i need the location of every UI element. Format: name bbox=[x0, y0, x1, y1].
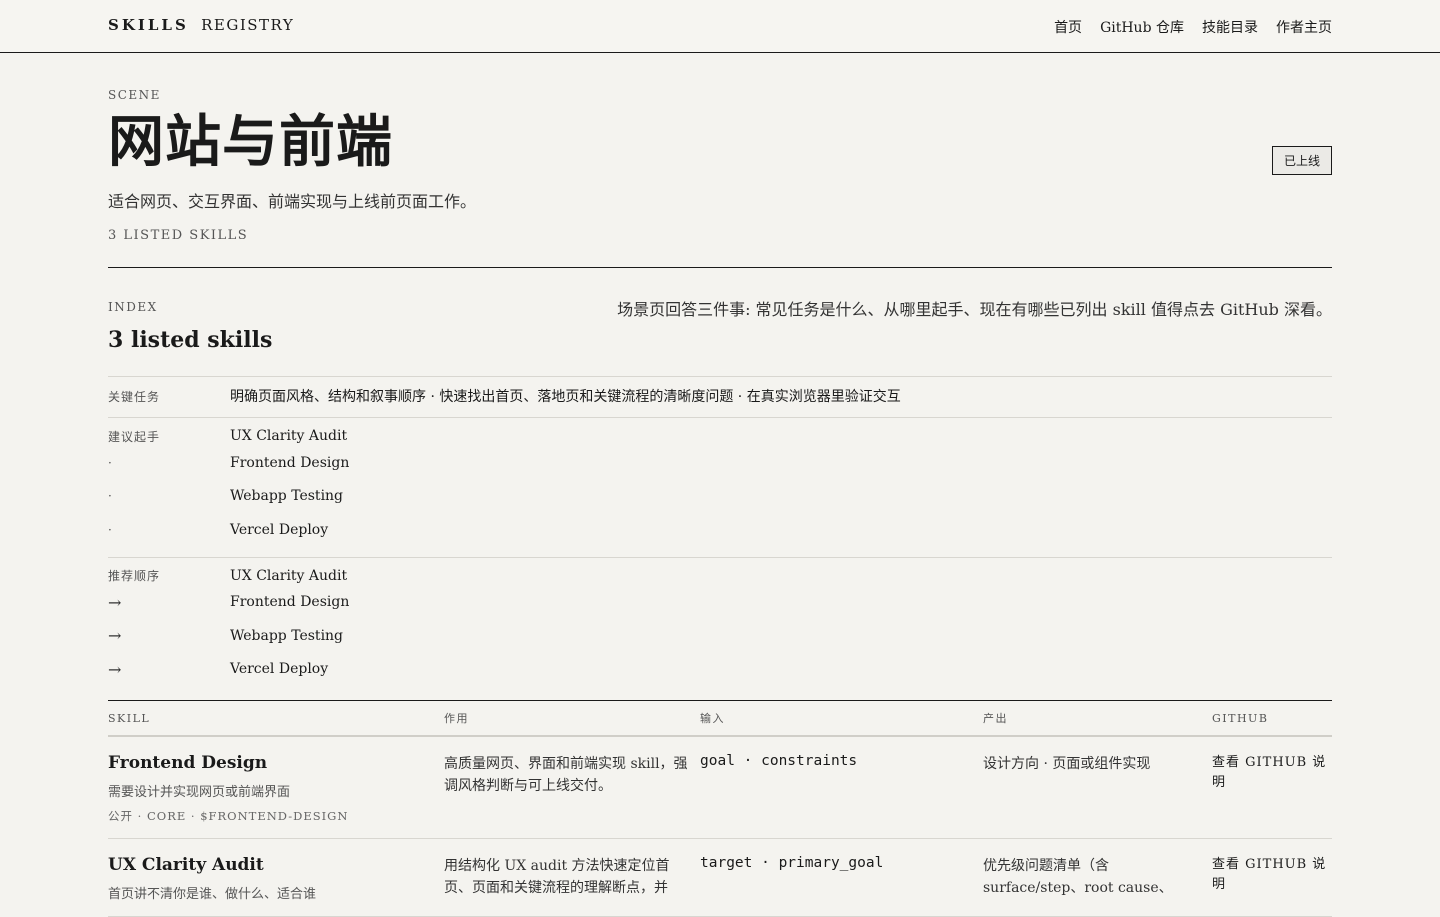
start-label: 建议起手 bbox=[108, 429, 161, 444]
github-link[interactable]: 查看 GITHUB 说明 bbox=[1212, 753, 1332, 824]
nav-link-home[interactable]: 首页 bbox=[1054, 17, 1082, 37]
header-purpose: 作用 bbox=[444, 712, 469, 725]
skill-name[interactable]: UX Clarity Audit bbox=[108, 855, 444, 875]
github-link[interactable]: 查看 GITHUB 说明 bbox=[1212, 855, 1332, 902]
order-item[interactable]: Frontend Design bbox=[230, 594, 349, 610]
nav-links: 首页 GitHub 仓库 技能目录 作者主页 bbox=[1054, 17, 1332, 37]
nav-link-github[interactable]: GitHub 仓库 bbox=[1100, 17, 1184, 37]
skill-output: 优先级问题清单（含 surface/step、root cause、 bbox=[983, 858, 1173, 896]
start-item[interactable]: UX Clarity Audit bbox=[230, 428, 347, 444]
header-github: GITHUB bbox=[1212, 711, 1269, 725]
table-row: Frontend Design 需要设计并实现网页或前端界面 公开 · CORE… bbox=[108, 737, 1332, 839]
start-item[interactable]: Webapp Testing bbox=[230, 488, 343, 504]
start-item[interactable]: Frontend Design bbox=[230, 455, 349, 471]
scene-meta: 关键任务 明确页面风格、结构和叙事顺序 · 快速找出首页、落地页和关键流程的清晰… bbox=[108, 376, 1332, 696]
order-item[interactable]: UX Clarity Audit bbox=[230, 568, 347, 584]
table-header: SKILL 作用 输入 产出 GITHUB bbox=[108, 701, 1332, 737]
header-skill: SKILL bbox=[108, 711, 151, 725]
meta-row-tasks: 关键任务 明确页面风格、结构和叙事顺序 · 快速找出首页、落地页和关键流程的清晰… bbox=[108, 376, 1332, 417]
skill-count: 3 LISTED SKILLS bbox=[108, 228, 249, 243]
brand-secondary: REGISTRY bbox=[201, 16, 295, 34]
order-label: 推荐顺序 bbox=[108, 569, 161, 583]
brand-primary: SKILLS bbox=[108, 16, 189, 34]
index-note: 场景页回答三件事: 常见任务是什么、从哪里起手、现在有哪些已列出 skill 值… bbox=[617, 300, 1332, 319]
index-title: 3 listed skills bbox=[108, 327, 273, 353]
header-input: 输入 bbox=[700, 712, 725, 725]
skill-desc: 首页讲不清你是谁、做什么、适合谁 bbox=[108, 887, 317, 902]
meta-row-start: 建议起手 UX Clarity Audit · Frontend Design … bbox=[108, 417, 1332, 557]
bullet: · bbox=[108, 455, 113, 470]
skill-name[interactable]: Frontend Design bbox=[108, 753, 444, 773]
table-row: UX Clarity Audit 首页讲不清你是谁、做什么、适合谁 用结构化 U… bbox=[108, 839, 1332, 917]
tasks-value: 明确页面风格、结构和叙事顺序 · 快速找出首页、落地页和关键流程的清晰度问题 ·… bbox=[230, 389, 901, 405]
arrow-right-icon: → bbox=[108, 626, 123, 646]
header-output: 产出 bbox=[983, 712, 1008, 725]
skills-table: SKILL 作用 输入 产出 GITHUB Frontend Design 需要… bbox=[108, 700, 1332, 917]
nav-link-author[interactable]: 作者主页 bbox=[1276, 17, 1332, 37]
start-item[interactable]: Vercel Deploy bbox=[230, 522, 328, 538]
section-divider bbox=[108, 267, 1332, 268]
arrow-right-icon: → bbox=[108, 592, 123, 612]
status-badge: 已上线 bbox=[1271, 146, 1332, 175]
skill-desc: 需要设计并实现网页或前端界面 bbox=[108, 785, 291, 800]
hero-eyebrow: SCENE bbox=[108, 88, 161, 102]
meta-row-order: 推荐顺序 UX Clarity Audit → Frontend Design … bbox=[108, 556, 1332, 697]
bullet: · bbox=[108, 489, 113, 504]
order-item[interactable]: Webapp Testing bbox=[230, 628, 343, 644]
skill-purpose: 高质量网页、界面和前端实现 skill，强调风格判断与可上线交付。 bbox=[444, 756, 688, 794]
order-item[interactable]: Vercel Deploy bbox=[230, 661, 328, 677]
tasks-label: 关键任务 bbox=[108, 389, 161, 404]
page-subtitle: 适合网页、交互界面、前端实现与上线前页面工作。 bbox=[108, 192, 477, 211]
skill-input: goal · constraints bbox=[700, 753, 858, 769]
hero-section: SCENE 网站与前端 适合网页、交互界面、前端实现与上线前页面工作。 3 LI… bbox=[108, 88, 1332, 243]
skill-input: target · primary_goal bbox=[700, 855, 884, 871]
arrow-right-icon: → bbox=[108, 659, 123, 679]
page-title: 网站与前端 bbox=[108, 109, 393, 175]
bullet: · bbox=[108, 522, 113, 537]
brand-logo[interactable]: SKILLS REGISTRY bbox=[108, 16, 294, 34]
top-nav: SKILLS REGISTRY 首页 GitHub 仓库 技能目录 作者主页 bbox=[0, 0, 1440, 53]
index-eyebrow: INDEX bbox=[108, 300, 158, 314]
skill-tags: 公开 · CORE · $FRONTEND-DESIGN bbox=[108, 809, 349, 823]
skill-output: 设计方向 · 页面或组件实现 bbox=[983, 756, 1151, 772]
skill-purpose: 用结构化 UX audit 方法快速定位首页、页面和关键流程的理解断点，并 bbox=[444, 858, 670, 896]
nav-link-catalog[interactable]: 技能目录 bbox=[1202, 17, 1258, 37]
